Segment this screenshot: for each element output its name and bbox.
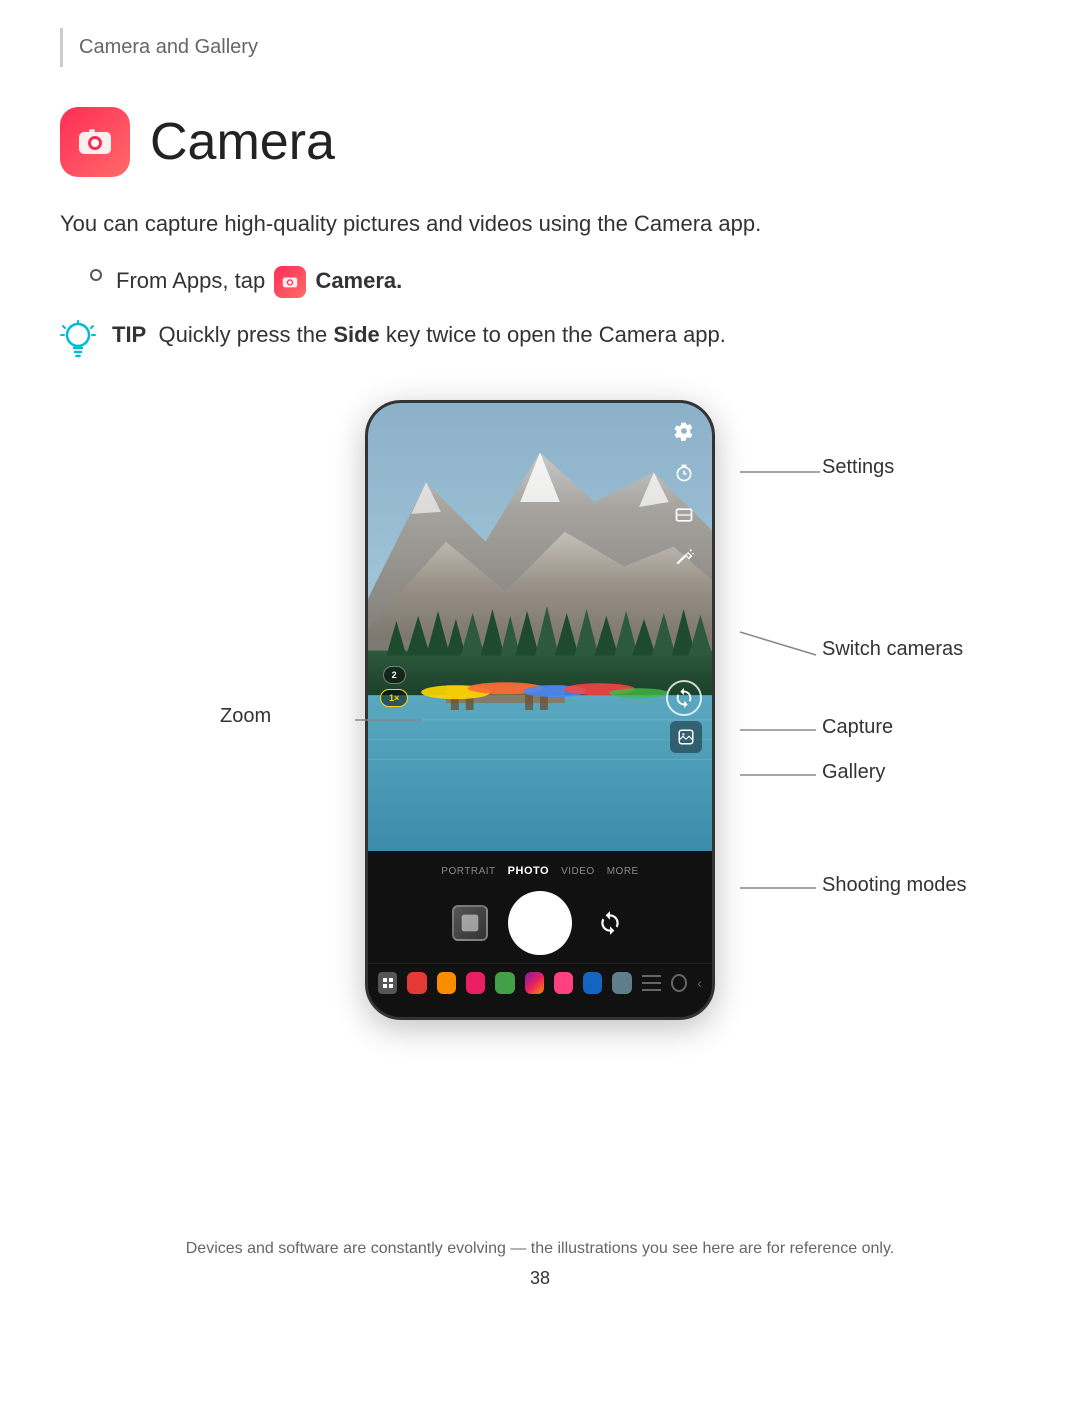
shooting-modes-label: Shooting modes <box>822 874 967 897</box>
nav-circle <box>671 974 687 992</box>
breadcrumb: Camera and Gallery <box>60 28 1020 67</box>
page-heading: Camera <box>60 107 1020 177</box>
camera-right-icons <box>670 417 698 571</box>
capture-button[interactable] <box>508 891 572 955</box>
app-icon-7[interactable] <box>554 972 573 994</box>
instruction-text: From Apps, tap Camera. <box>116 264 402 298</box>
app-icon-9[interactable] <box>612 972 631 994</box>
list-bullet-icon <box>90 269 102 281</box>
zoom-2x[interactable]: 2 <box>383 666 406 684</box>
gallery-thumbnail[interactable] <box>452 905 488 941</box>
settings-label: Settings <box>822 456 894 479</box>
inline-camera-icon <box>274 266 306 298</box>
mode-photo[interactable]: PHOTO <box>508 865 549 877</box>
gallery-label: Gallery <box>822 761 885 784</box>
zoom-controls: 2 1× <box>380 666 408 707</box>
scene-svg <box>368 403 712 864</box>
footer-note: Devices and software are constantly evol… <box>60 1240 1020 1258</box>
effects-icon[interactable] <box>670 543 698 571</box>
zoom-1x[interactable]: 1× <box>380 689 408 707</box>
instruction-list-item: From Apps, tap Camera. <box>90 264 1020 298</box>
breadcrumb-text: Camera and Gallery <box>79 36 258 58</box>
phone-mockup: 2 1× <box>365 400 715 1020</box>
tip-bulb-icon <box>60 320 96 370</box>
tip-row: TIP Quickly press the Side key twice to … <box>60 318 1020 370</box>
settings-icon[interactable] <box>670 417 698 445</box>
camera-view: 2 1× <box>368 403 712 864</box>
app-icon-8[interactable] <box>583 972 602 994</box>
capture-row <box>368 885 712 963</box>
app-icon-4[interactable] <box>466 972 485 994</box>
mode-portrait[interactable]: PORTRAIT <box>441 866 495 877</box>
aspect-ratio-icon[interactable] <box>670 501 698 529</box>
tip-text: TIP Quickly press the Side key twice to … <box>112 318 726 351</box>
switch-cameras-button[interactable] <box>666 680 702 716</box>
app-icon-6[interactable] <box>525 972 544 994</box>
timer-icon[interactable] <box>670 459 698 487</box>
nav-chevron: ‹ <box>697 975 702 991</box>
switch-camera-small[interactable] <box>592 905 628 941</box>
footer: Devices and software are constantly evol… <box>0 1180 1080 1319</box>
page-title: Camera <box>150 112 335 172</box>
app-icon-2[interactable] <box>407 972 426 994</box>
phone-diagram-area: 2 1× <box>60 400 1020 1080</box>
capture-label: Capture <box>822 716 893 739</box>
footer-page-number: 38 <box>60 1268 1020 1289</box>
nav-lines <box>642 975 661 991</box>
camera-app-icon <box>60 107 130 177</box>
app-icons-bar: ‹ <box>368 963 712 1004</box>
page-description: You can capture high-quality pictures an… <box>60 207 1020 240</box>
mode-video[interactable]: VIDEO <box>561 866 595 877</box>
app-icon-5[interactable] <box>495 972 514 994</box>
gallery-button[interactable] <box>670 721 702 753</box>
switch-cameras-label: Switch cameras <box>822 638 963 661</box>
phone-mockup-wrapper: 2 1× <box>365 400 715 1020</box>
app-icon-3[interactable] <box>437 972 456 994</box>
shooting-modes-bar: PORTRAIT PHOTO VIDEO MORE <box>368 851 712 885</box>
mode-more[interactable]: MORE <box>607 866 639 877</box>
zoom-label: Zoom <box>220 705 271 728</box>
app-icon-1[interactable] <box>378 972 397 994</box>
camera-bottom-bar: PORTRAIT PHOTO VIDEO MORE <box>368 851 712 1017</box>
camera-icon-svg <box>75 122 115 162</box>
